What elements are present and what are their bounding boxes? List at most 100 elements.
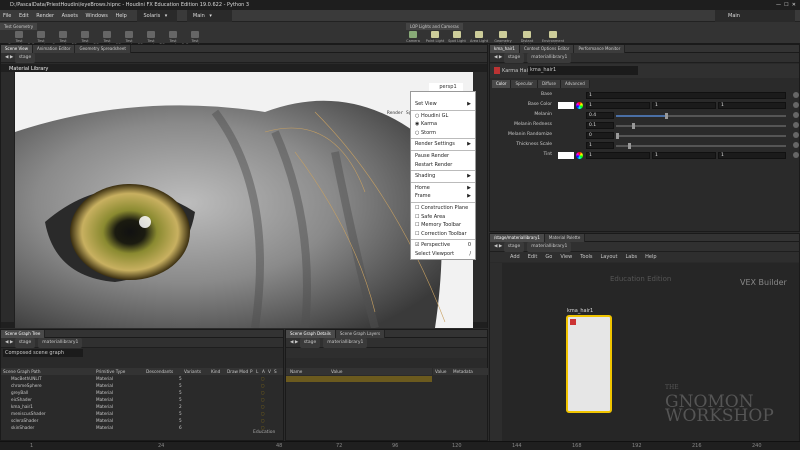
menu-windows[interactable]: Windows (83, 10, 111, 22)
param-melanin-field[interactable]: 0.4 (586, 112, 614, 119)
col-header[interactable]: Name (290, 368, 302, 375)
network-menu-edit[interactable]: Edit (524, 252, 542, 262)
path-stage[interactable]: stage (503, 242, 525, 252)
param-randomize-field[interactable]: 0 (586, 132, 614, 139)
gear-icon[interactable] (793, 132, 799, 138)
menu-item-set-view[interactable]: Set View ▶ (411, 100, 475, 109)
table-row[interactable]: MacBethUNLIT Material 5 ◌ (1, 376, 283, 383)
path-stage[interactable]: stage (503, 53, 525, 63)
karma-hair-node[interactable] (566, 315, 612, 413)
col-header[interactable]: Variants (184, 368, 201, 375)
col-header[interactable]: A (262, 368, 265, 375)
slider-knob[interactable] (665, 113, 668, 119)
tab-scene-graph-tree[interactable]: Scene Graph Tree (1, 330, 46, 338)
param-thickness-slider[interactable] (616, 145, 786, 147)
menu-item-perspective[interactable]: ☑ Perspective 0 (411, 241, 475, 250)
shelf-light-tool[interactable]: Spot Light (446, 30, 468, 43)
menu-item-storm[interactable]: ○ Storm (411, 129, 475, 138)
menu-item-karma[interactable]: ◉ Karma (411, 120, 475, 129)
subtab-advanced[interactable]: Advanced (560, 80, 590, 88)
lock-icon[interactable]: ◌ (261, 411, 265, 418)
slider-knob[interactable] (616, 133, 619, 139)
param-redness-slider[interactable] (616, 125, 786, 127)
shelf-light-tool[interactable]: Area Light (468, 30, 490, 43)
right-context-select[interactable]: Main (715, 10, 795, 22)
path-node[interactable]: materiallibrary1 (323, 338, 368, 348)
menu-item-frame[interactable]: Frame ▶ (411, 192, 475, 201)
back-icon[interactable]: ◀ ▶ (5, 55, 13, 60)
menu-item-shading[interactable]: Shading ▶ (411, 172, 475, 181)
network-menu-go[interactable]: Go (541, 252, 556, 262)
col-header[interactable]: V (268, 368, 271, 375)
scene-graph-filter[interactable]: Composed scene graph (3, 349, 83, 357)
col-header[interactable]: Metadata (453, 368, 473, 375)
tab-performance-monitor[interactable]: Performance Monitor (574, 45, 626, 53)
tab-animation-editor[interactable]: Animation Editor (32, 45, 76, 53)
menu-help[interactable]: Help (112, 10, 129, 22)
lock-icon[interactable]: ◌ (261, 418, 265, 425)
param-g-field[interactable]: 1 (652, 102, 716, 109)
desktop-select[interactable]: Solaris ▾ (137, 10, 178, 22)
menu-item-safe-area[interactable]: ☐ Safe Area (411, 213, 475, 222)
subtab-color[interactable]: Color (492, 80, 512, 88)
context-select[interactable]: Main ▾ (186, 10, 232, 22)
path-stage[interactable]: stage (14, 53, 36, 63)
tab-network-path[interactable]: /stage/materiallibrary1 (490, 234, 545, 242)
menu-item-render-settings[interactable]: Render Settings ▶ (411, 140, 475, 149)
col-header[interactable]: Kind (211, 368, 220, 375)
col-header[interactable]: Value (435, 368, 447, 375)
param-g-field[interactable]: 1 (652, 152, 716, 159)
col-header[interactable]: Value (331, 368, 343, 375)
menu-render[interactable]: Render (33, 10, 57, 22)
shelf-tab-lop-lights[interactable]: LOP Lights and Cameras (406, 23, 463, 30)
lock-icon[interactable]: ◌ (261, 404, 265, 411)
color-wheel-icon[interactable] (576, 152, 583, 159)
col-header[interactable]: P (250, 368, 253, 375)
col-header[interactable]: Descendants (146, 368, 173, 375)
col-header[interactable]: Draw Mod (227, 368, 248, 375)
network-menu-view[interactable]: View (556, 252, 576, 262)
menu-item-correction-toolbar[interactable]: ☐ Correction Toolbar (411, 230, 475, 239)
menu-file[interactable]: File (0, 10, 14, 22)
path-node[interactable]: materiallibrary1 (527, 53, 572, 63)
param-r-field[interactable]: 1 (586, 102, 650, 109)
table-row[interactable]: chromeSphere Material 5 ◌ (1, 383, 283, 390)
tab-context-options[interactable]: Context Options Editor (519, 45, 575, 53)
menu-item-home[interactable]: Home ▶ (411, 184, 475, 193)
lock-icon[interactable]: ◌ (261, 383, 265, 390)
tab-geometry-spreadsheet[interactable]: Geometry Spreadsheet (75, 45, 131, 53)
gear-icon[interactable] (793, 112, 799, 118)
color-swatch[interactable] (558, 102, 574, 109)
param-b-field[interactable]: 1 (718, 102, 786, 109)
gear-icon[interactable] (793, 142, 799, 148)
param-randomize-slider[interactable] (616, 135, 786, 137)
param-thickness-field[interactable]: 1 (586, 142, 614, 149)
menu-item-construction-plane[interactable]: ☐ Construction Plane (411, 204, 475, 213)
menu-item-pause-render[interactable]: Pause Render (411, 152, 475, 161)
gear-icon[interactable] (793, 92, 799, 98)
back-icon[interactable]: ◀ ▶ (5, 340, 13, 345)
col-header[interactable]: Scene Graph Path (3, 368, 40, 375)
table-row[interactable]: greyBall Material 5 ◌ (1, 390, 283, 397)
gear-icon[interactable] (793, 122, 799, 128)
col-header[interactable]: L (256, 368, 258, 375)
network-menu-layout[interactable]: Layout (597, 252, 622, 262)
param-b-field[interactable]: 1 (718, 152, 786, 159)
timeline-bar[interactable]: 1 24 48 72 96 120 144 168 192 216 240 (0, 441, 800, 450)
lock-icon[interactable]: ◌ (261, 397, 265, 404)
tab-scene-view[interactable]: Scene View (1, 45, 33, 53)
slider-knob[interactable] (628, 143, 631, 149)
param-base-field[interactable]: 1 (586, 92, 786, 99)
path-node[interactable]: materiallibrary1 (38, 338, 83, 348)
subtab-diffuse[interactable]: Diffuse (537, 80, 561, 88)
menu-item-restart-render[interactable]: Restart Render (411, 161, 475, 170)
network-canvas[interactable]: Education Edition VEX Builder kma_hair1 … (490, 263, 799, 441)
details-selected-row[interactable] (286, 376, 432, 382)
shelf-light-tool[interactable]: Camera (402, 30, 424, 43)
menu-item-houdini-gl[interactable]: ○ Houdini GL (411, 112, 475, 121)
node-name-field[interactable]: kma_hair1 (528, 66, 638, 75)
menu-item-memory-toolbar[interactable]: ☐ Memory Toolbar (411, 221, 475, 230)
gear-icon[interactable] (793, 102, 799, 108)
color-wheel-icon[interactable] (576, 102, 583, 109)
col-header[interactable]: Primitive Type (96, 368, 125, 375)
